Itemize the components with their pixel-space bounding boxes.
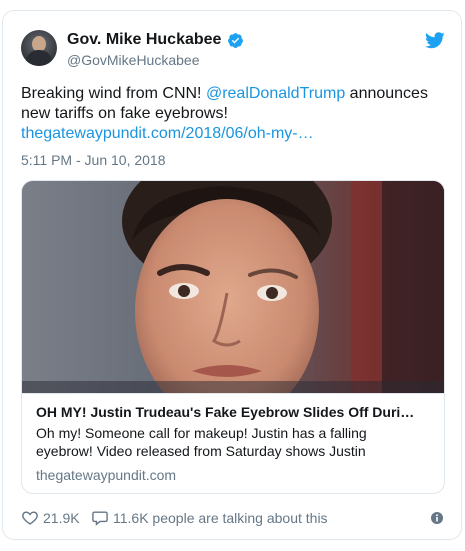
author-handle[interactable]: @GovMikeHuckabee — [67, 51, 200, 69]
card-photo — [22, 181, 444, 393]
card-description: Oh my! Someone call for makeup! Justin h… — [36, 425, 367, 459]
tweet-header: Gov. Mike Huckabee @GovMikeHuckabee — [21, 30, 445, 70]
twitter-bird-icon[interactable] — [425, 32, 445, 49]
verified-badge-icon — [228, 33, 243, 48]
mention-link[interactable]: @realDonaldTrump — [206, 85, 345, 102]
author-name[interactable]: Gov. Mike Huckabee — [67, 30, 221, 50]
avatar[interactable] — [21, 30, 57, 66]
info-icon[interactable] — [431, 512, 443, 524]
link-card[interactable]: OH MY! Justin Trudeau's Fake Eyebrow Sli… — [21, 180, 445, 494]
tweet-text-prefix: Breaking wind from CNN! — [21, 85, 206, 102]
tweet-text: Breaking wind from CNN! @realDonaldTrump… — [21, 84, 445, 144]
tweet-footer: 21.9K 11.6K people are talking about thi… — [21, 508, 445, 528]
card-body[interactable]: OH MY! Justin Trudeau's Fake Eyebrow Sli… — [22, 393, 444, 493]
tweet-url-link[interactable]: thegatewaypundit.com/2018/06/oh-my-… — [21, 125, 314, 142]
card-title[interactable]: OH MY! Justin Trudeau's Fake Eyebrow Sli… — [36, 403, 434, 421]
heart-icon[interactable] — [21, 509, 39, 526]
card-domain: thegatewaypundit.com — [36, 467, 177, 483]
card-image[interactable] — [22, 181, 444, 393]
avatar-body — [26, 50, 52, 66]
embedded-tweet: Gov. Mike Huckabee @GovMikeHuckabee Brea… — [2, 10, 462, 540]
tweet-timestamp[interactable]: 5:11 PM - Jun 10, 2018 — [21, 151, 166, 169]
like-count[interactable]: 21.9K — [43, 510, 80, 526]
speech-bubble-icon[interactable] — [91, 509, 109, 526]
conversation-link[interactable]: 11.6K people are talking about this — [113, 510, 328, 526]
